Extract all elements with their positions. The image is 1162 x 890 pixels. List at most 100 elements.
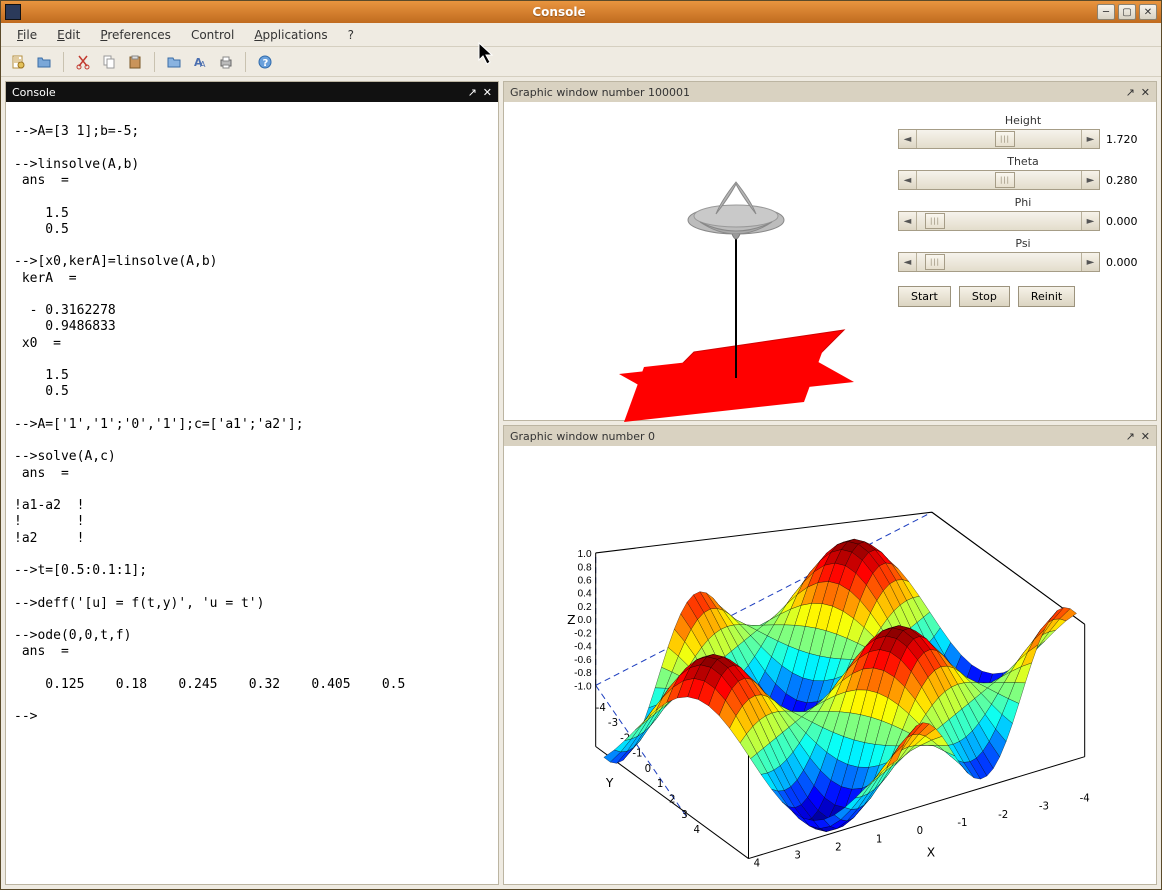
theta-slider-left[interactable]: ◄: [899, 171, 917, 189]
theta-slider-thumb[interactable]: [995, 172, 1015, 188]
svg-text:?: ?: [263, 58, 269, 69]
gw1-title: Graphic window number 100001: [510, 86, 690, 99]
height-slider-left[interactable]: ◄: [899, 130, 917, 148]
console-panel: Console ↗ ✕ -->A=[3 1];b=-5; -->linsolve…: [5, 81, 499, 885]
titlebar[interactable]: Console ─ ▢ ✕: [1, 1, 1161, 23]
gw0-close-icon[interactable]: ✕: [1141, 430, 1150, 443]
graphic-window-1-panel: Graphic window number 100001 ↗ ✕: [503, 81, 1157, 421]
svg-text:0.0: 0.0: [577, 615, 591, 626]
print-button[interactable]: [215, 51, 237, 73]
svg-text:1: 1: [876, 834, 882, 845]
main-window: Console ─ ▢ ✕ File Edit Preferences Cont…: [0, 0, 1162, 890]
svg-text:-3: -3: [1039, 802, 1049, 813]
toolbar-separator-3: [245, 52, 246, 72]
svg-text:1: 1: [657, 779, 663, 790]
svg-text:-3: -3: [608, 718, 618, 729]
menu-file-label: ile: [23, 28, 37, 42]
gw1-undock-icon[interactable]: ↗: [1126, 86, 1135, 99]
close-button[interactable]: ✕: [1139, 4, 1157, 20]
reinit-button[interactable]: Reinit: [1018, 286, 1075, 307]
open-file-button[interactable]: [33, 51, 55, 73]
psi-slider-right[interactable]: ►: [1081, 253, 1099, 271]
svg-text:4: 4: [693, 825, 699, 836]
phi-slider-thumb[interactable]: [925, 213, 945, 229]
menu-prefs-label: references: [107, 28, 171, 42]
window-title: Console: [21, 5, 1097, 19]
cut-button[interactable]: [72, 51, 94, 73]
phi-slider[interactable]: ◄ ►: [898, 211, 1100, 231]
svg-text:-2: -2: [998, 810, 1008, 821]
phi-slider-right[interactable]: ►: [1081, 212, 1099, 230]
svg-text:-0.2: -0.2: [574, 628, 592, 639]
svg-text:3: 3: [681, 810, 687, 821]
spinning-top-scene: [524, 122, 944, 442]
svg-text:-0.8: -0.8: [574, 668, 592, 679]
minimize-button[interactable]: ─: [1097, 4, 1115, 20]
menu-file[interactable]: File: [9, 26, 45, 44]
svg-text:-1.0: -1.0: [574, 681, 592, 692]
right-column: Graphic window number 100001 ↗ ✕: [503, 81, 1157, 885]
theta-slider[interactable]: ◄ ►: [898, 170, 1100, 190]
menu-preferences[interactable]: Preferences: [92, 26, 179, 44]
height-slider-right[interactable]: ►: [1081, 130, 1099, 148]
toolbar: AA ?: [1, 47, 1161, 77]
gw1-close-icon[interactable]: ✕: [1141, 86, 1150, 99]
svg-text:-0.6: -0.6: [574, 655, 592, 666]
svg-text:-4: -4: [1080, 794, 1090, 805]
psi-slider-left[interactable]: ◄: [899, 253, 917, 271]
svg-text:-1: -1: [632, 749, 642, 760]
svg-text:0: 0: [917, 826, 923, 837]
menu-control[interactable]: Control: [183, 26, 242, 44]
phi-slider-left[interactable]: ◄: [899, 212, 917, 230]
graphic-window-0-panel: Graphic window number 0 ↗ ✕: [503, 425, 1157, 885]
menu-applications[interactable]: Applications: [246, 26, 335, 44]
stop-button[interactable]: Stop: [959, 286, 1010, 307]
svg-text:X: X: [927, 846, 935, 860]
svg-text:0.2: 0.2: [577, 602, 591, 613]
gw0-canvas[interactable]: 1.0 0.8 0.6 0.4 0.2 0.0 -0.2 -0.4 -0.6 -…: [504, 446, 1156, 884]
paste-button[interactable]: [124, 51, 146, 73]
psi-value: 0.000: [1106, 256, 1148, 269]
menu-apps-label: pplications: [263, 28, 328, 42]
psi-slider-thumb[interactable]: [925, 254, 945, 270]
menu-edit-label: dit: [65, 28, 81, 42]
start-button[interactable]: Start: [898, 286, 951, 307]
svg-text:-1: -1: [957, 818, 967, 829]
workspace: Console ↗ ✕ -->A=[3 1];b=-5; -->linsolve…: [1, 77, 1161, 889]
copy-button[interactable]: [98, 51, 120, 73]
maximize-button[interactable]: ▢: [1118, 4, 1136, 20]
height-value: 1.720: [1106, 133, 1148, 146]
height-slider-thumb[interactable]: [995, 131, 1015, 147]
console-panel-titlebar[interactable]: Console ↗ ✕: [6, 82, 498, 102]
gw1-canvas[interactable]: Height ◄ ► 1.720 Theta: [504, 102, 1156, 420]
gw0-undock-icon[interactable]: ↗: [1126, 430, 1135, 443]
psi-label: Psi: [898, 233, 1148, 250]
svg-text:3: 3: [794, 851, 800, 862]
svg-text:0.4: 0.4: [577, 589, 591, 600]
svg-text:-4: -4: [596, 703, 606, 714]
toolbar-separator: [63, 52, 64, 72]
theta-label: Theta: [898, 151, 1148, 168]
menu-help[interactable]: ?: [340, 26, 362, 44]
height-label: Height: [898, 110, 1148, 127]
menu-edit[interactable]: Edit: [49, 26, 88, 44]
svg-text:2: 2: [669, 795, 675, 806]
undock-icon[interactable]: ↗: [468, 86, 477, 99]
new-file-button[interactable]: [7, 51, 29, 73]
height-slider[interactable]: ◄ ►: [898, 129, 1100, 149]
phi-value: 0.000: [1106, 215, 1148, 228]
help-button[interactable]: ?: [254, 51, 276, 73]
folder-button[interactable]: [163, 51, 185, 73]
psi-slider[interactable]: ◄ ►: [898, 252, 1100, 272]
svg-text:4: 4: [754, 859, 760, 870]
console-output[interactable]: -->A=[3 1];b=-5; -->linsolve(A,b) ans = …: [6, 102, 498, 884]
svg-text:A: A: [200, 60, 206, 69]
sim-controls: Height ◄ ► 1.720 Theta: [898, 110, 1148, 307]
phi-label: Phi: [898, 192, 1148, 209]
svg-text:Z: Z: [567, 613, 575, 627]
gw1-titlebar[interactable]: Graphic window number 100001 ↗ ✕: [504, 82, 1156, 102]
theta-value: 0.280: [1106, 174, 1148, 187]
theta-slider-right[interactable]: ►: [1081, 171, 1099, 189]
panel-close-icon[interactable]: ✕: [483, 86, 492, 99]
font-button[interactable]: AA: [189, 51, 211, 73]
